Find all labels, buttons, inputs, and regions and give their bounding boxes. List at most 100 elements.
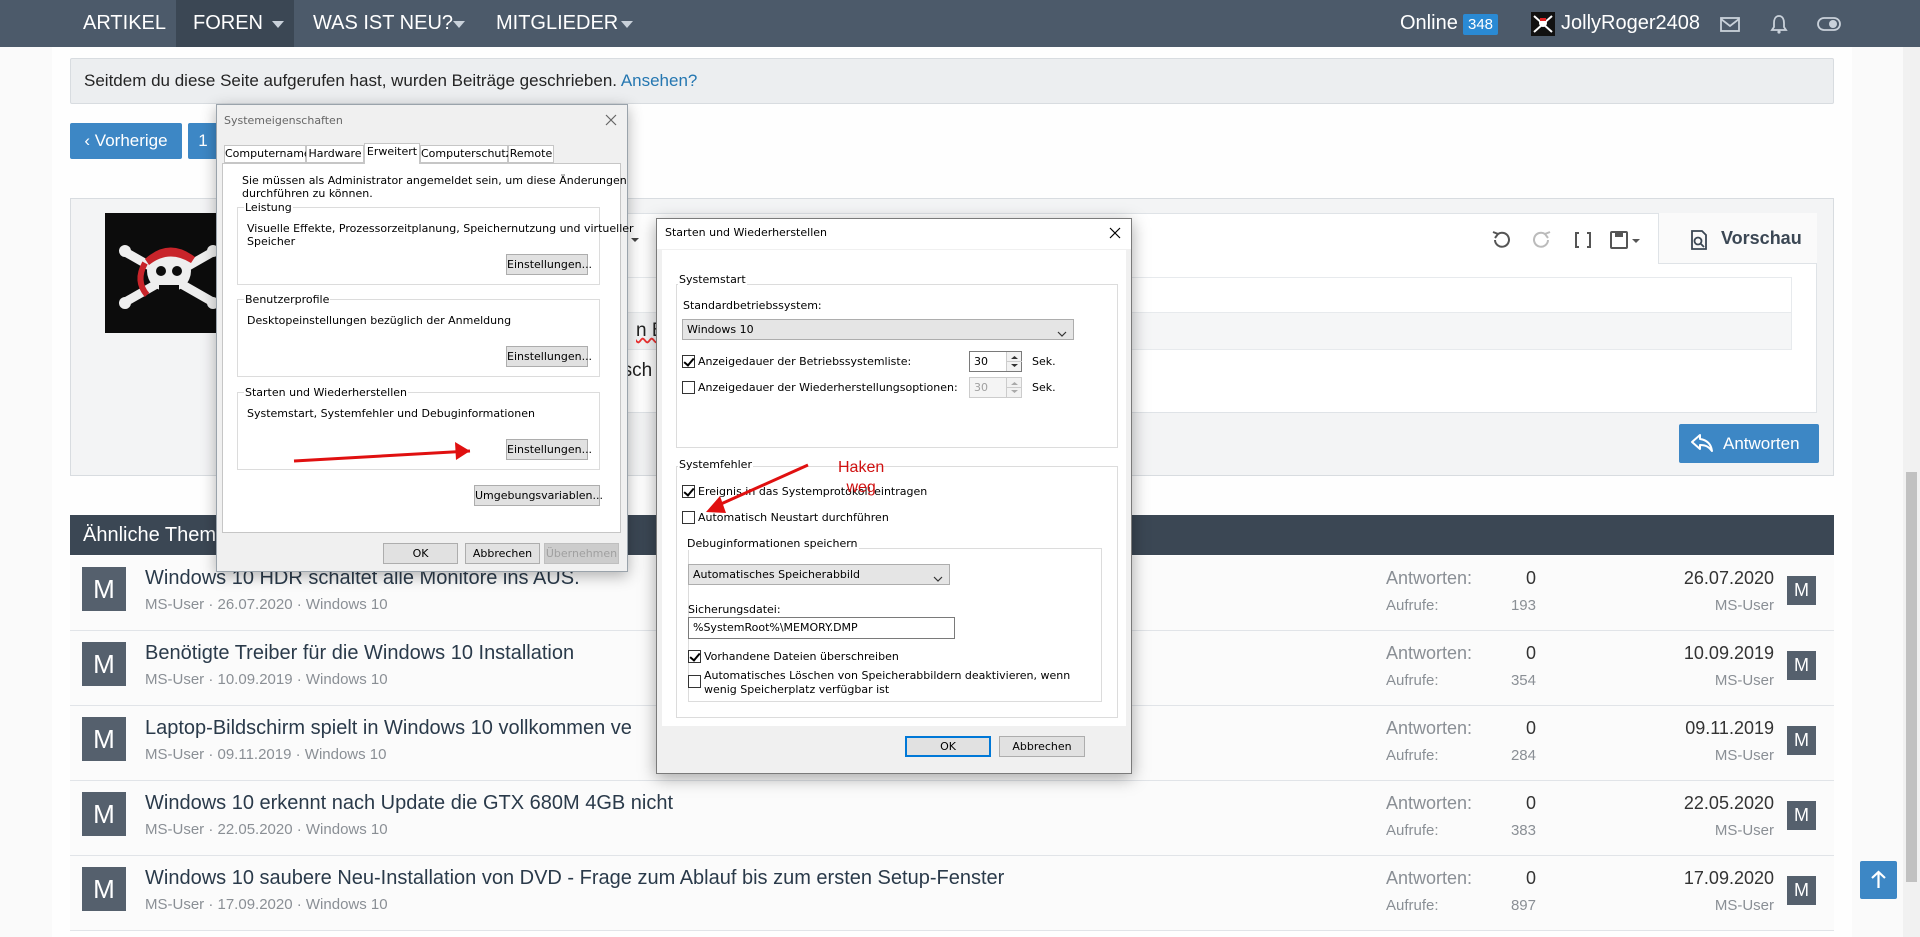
avatar[interactable]: M (82, 717, 126, 761)
annotation-line: Haken (838, 459, 885, 476)
online-count-badge[interactable]: 348 (1463, 14, 1499, 35)
scrollbar-thumb[interactable] (1906, 472, 1917, 882)
disable-autodelete-checkbox[interactable] (688, 675, 701, 688)
save-draft-icon[interactable] (1608, 228, 1644, 252)
nav-foren-label: FOREN (193, 12, 263, 34)
auto-restart-checkbox[interactable] (682, 511, 695, 524)
last-post-date[interactable]: 17.09.2020 (1650, 868, 1774, 889)
group-label: Starten und Wiederherstellen (244, 386, 408, 399)
disable-autodelete-label: Automatisches Löschen von Speicherabbild… (704, 669, 1071, 682)
page-scrollbar[interactable] (1903, 47, 1920, 937)
dump-type-value: Automatisches Speicherabbild (693, 568, 861, 581)
avatar[interactable]: M (1787, 651, 1816, 680)
new-posts-notice: Seitdem du diese Seite aufgerufen hast, … (70, 58, 1834, 104)
write-event-label: Ereignis in das Systemprotokoll eintrage… (698, 485, 928, 498)
last-post-user[interactable]: MS-User (1650, 822, 1774, 839)
username[interactable]: JollyRoger2408 (1561, 0, 1700, 47)
thread-row[interactable]: M Windows 10 saubere Neu-Installation vo… (70, 856, 1834, 931)
notice-text: Seitdem du diese Seite aufgerufen hast, … (84, 71, 618, 90)
admin-note: Sie müssen als Administrator angemeldet … (242, 174, 627, 187)
profiles-settings-button[interactable]: Einstellungen... (506, 346, 592, 367)
last-post-date[interactable]: 22.05.2020 (1650, 793, 1774, 814)
spinner-arrows-icon[interactable] (1006, 378, 1022, 397)
mail-icon[interactable] (1719, 13, 1741, 35)
performance-settings-button[interactable]: Einstellungen... (506, 254, 592, 275)
write-event-checkbox[interactable] (682, 485, 695, 498)
redo-icon[interactable] (1530, 228, 1554, 252)
chevron-down-icon[interactable] (453, 21, 465, 28)
nav-was-ist-neu[interactable]: WAS IST NEU? (313, 0, 453, 47)
os-list-seconds-input[interactable]: 30 (969, 351, 1022, 372)
recovery-seconds-input[interactable]: 30 (969, 377, 1022, 398)
os-list-seconds-value: 30 (974, 355, 988, 368)
tab-advanced[interactable]: Erweitert (364, 143, 420, 164)
avatar[interactable]: M (82, 567, 126, 611)
avatar[interactable]: M (82, 792, 126, 836)
overwrite-checkbox[interactable] (688, 650, 701, 663)
tab-remote[interactable]: Remote (508, 145, 554, 163)
show-recovery-checkbox[interactable] (682, 381, 695, 394)
last-post-date[interactable]: 10.09.2019 (1650, 643, 1774, 664)
nav-artikel[interactable]: ARTIKEL (83, 0, 166, 47)
answers-count: 0 (1525, 643, 1536, 663)
answers-count: 0 (1525, 868, 1536, 888)
ok-button[interactable]: OK (383, 543, 458, 564)
source-code-icon[interactable] (1571, 228, 1595, 252)
thread-title[interactable]: Benötigte Treiber für die Windows 10 Ins… (145, 642, 574, 665)
user-avatar[interactable] (1531, 12, 1555, 36)
last-post-user[interactable]: MS-User (1650, 897, 1774, 914)
pager-page-1[interactable]: 1 (188, 123, 218, 159)
last-post-user[interactable]: MS-User (1650, 597, 1774, 614)
avatar[interactable]: M (1787, 801, 1816, 830)
avatar[interactable]: M (1787, 726, 1816, 755)
default-os-select[interactable]: Windows 10 (682, 319, 1074, 340)
thread-title[interactable]: Windows 10 saubere Neu-Installation von … (145, 867, 1004, 890)
notice-link[interactable]: Ansehen? (621, 71, 698, 90)
startup-settings-button[interactable]: Einstellungen... (506, 439, 592, 460)
tab-system-protection[interactable]: Computerschutz (420, 145, 512, 163)
last-post-date[interactable]: 26.07.2020 (1650, 568, 1774, 589)
last-post-user[interactable]: MS-User (1650, 672, 1774, 689)
top-navigation: ARTIKEL FOREN WAS IST NEU? MITGLIEDER On… (0, 0, 1920, 47)
dump-type-select[interactable]: Automatisches Speicherabbild (688, 564, 950, 585)
last-post-user[interactable]: MS-User (1650, 747, 1774, 764)
preview-button[interactable]: Vorschau (1658, 213, 1817, 264)
spinner-arrows-icon[interactable] (1006, 352, 1022, 371)
nav-mitglieder[interactable]: MITGLIEDER (496, 0, 618, 47)
avatar[interactable]: M (1787, 876, 1816, 905)
tab-computername[interactable]: Computername (224, 145, 311, 163)
close-icon[interactable] (1107, 225, 1123, 241)
dump-file-input[interactable]: %SystemRoot%\MEMORY.DMP (688, 617, 955, 639)
bell-icon[interactable] (1768, 13, 1790, 35)
apply-button[interactable]: Übernehmen (544, 543, 619, 564)
thread-meta: MS-User · 10.09.2019 · Windows 10 (145, 671, 388, 688)
thread-title[interactable]: Laptop-Bildschirm spielt in Windows 10 v… (145, 717, 632, 740)
group-label: Systemstart (678, 273, 747, 286)
scroll-to-top-button[interactable] (1860, 861, 1897, 899)
last-post-date[interactable]: 09.11.2019 (1650, 718, 1774, 739)
pager-prev-button[interactable]: ‹ Vorherige (70, 123, 182, 159)
toggle-icon[interactable] (1817, 13, 1841, 35)
environment-variables-button[interactable]: Umgebungsvariablen... (474, 485, 603, 506)
default-os-label: Standardbetriebssystem: (683, 299, 822, 312)
cancel-button[interactable]: Abbrechen (999, 736, 1085, 757)
avatar[interactable]: M (82, 642, 126, 686)
group-label: Debuginformationen speichern (686, 537, 859, 550)
show-os-list-checkbox[interactable] (682, 355, 695, 368)
close-icon[interactable] (603, 112, 619, 128)
views-count: 193 (1510, 597, 1536, 614)
chevron-down-icon[interactable] (621, 21, 633, 28)
tab-hardware[interactable]: Hardware (306, 145, 364, 163)
annotation-text: Haken weg (838, 458, 884, 498)
undo-icon[interactable] (1489, 228, 1513, 252)
ok-button[interactable]: OK (905, 736, 991, 757)
thread-row[interactable]: M Windows 10 erkennt nach Update die GTX… (70, 781, 1834, 856)
cancel-button[interactable]: Abbrechen (465, 543, 540, 564)
thread-title[interactable]: Windows 10 erkennt nach Update die GTX 6… (145, 792, 673, 815)
chevron-down-icon[interactable] (272, 21, 284, 28)
avatar[interactable]: M (1787, 576, 1816, 605)
dump-file-label: Sicherungsdatei: (688, 603, 781, 616)
online-label[interactable]: Online (1400, 0, 1458, 47)
avatar[interactable]: M (82, 867, 126, 911)
dialog-title: Systemeigenschaften (224, 114, 343, 127)
